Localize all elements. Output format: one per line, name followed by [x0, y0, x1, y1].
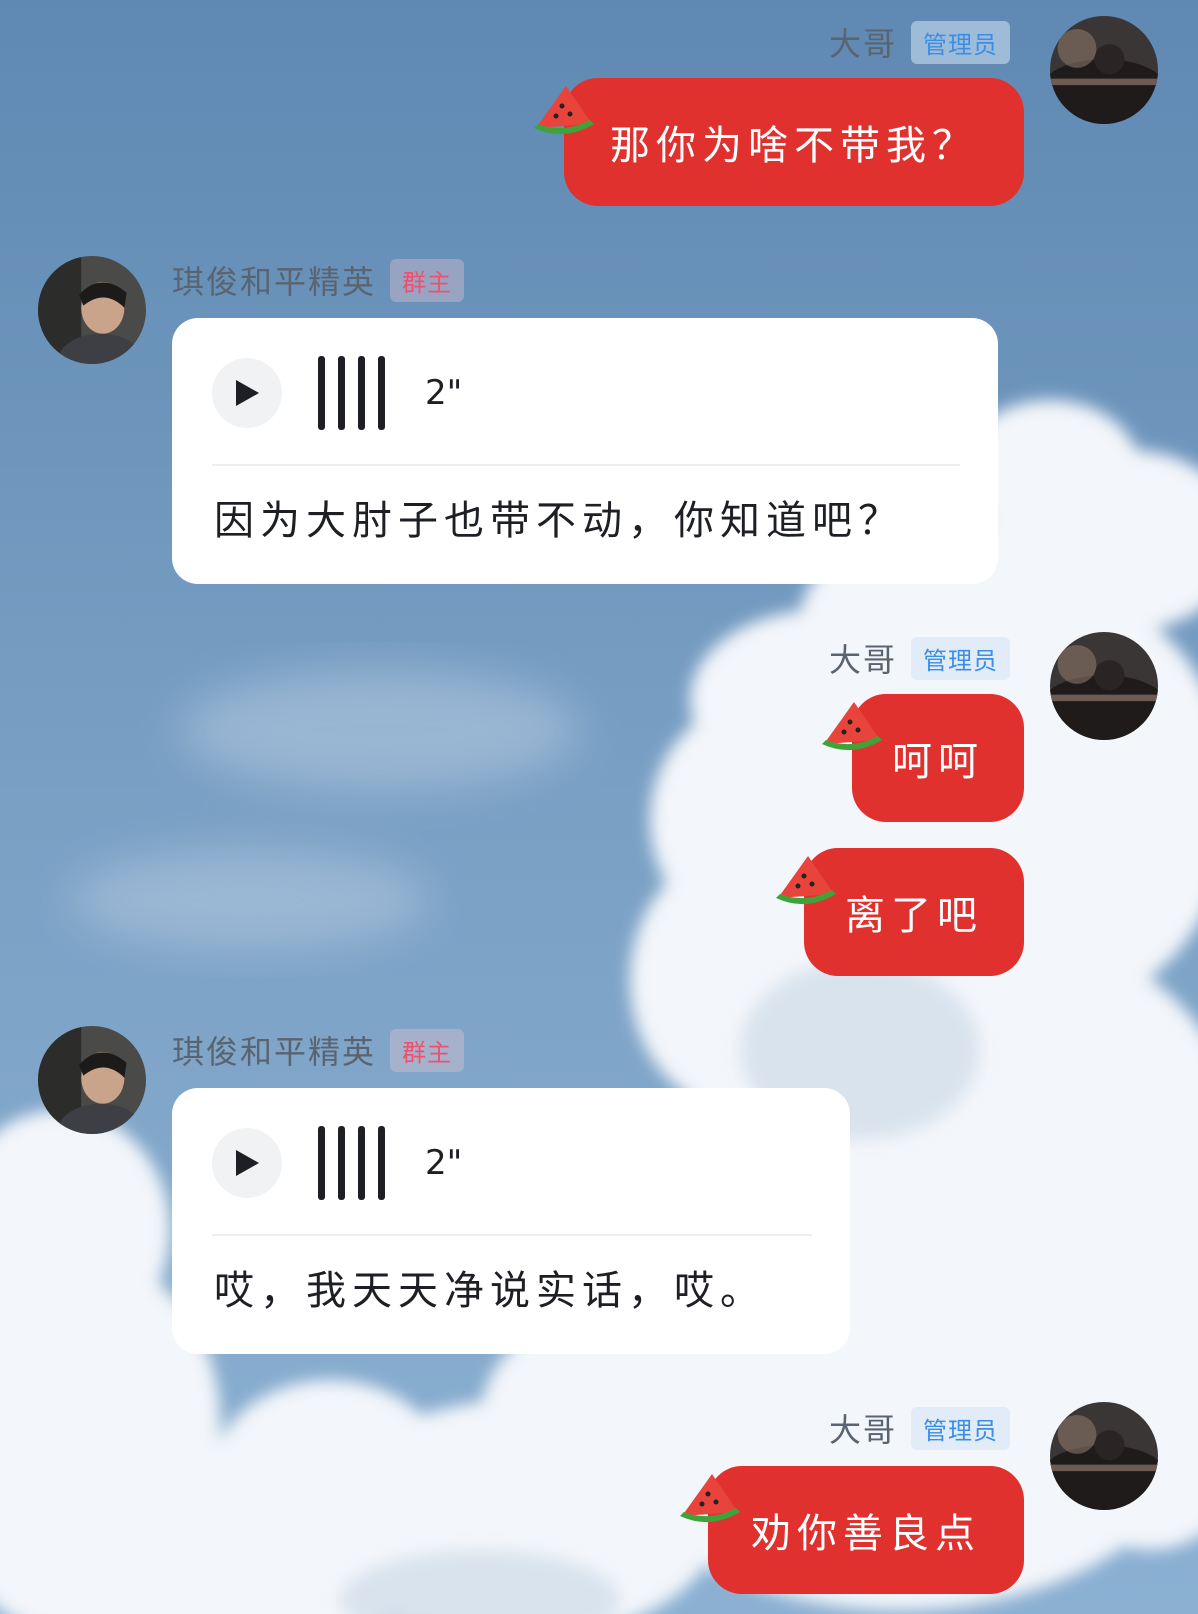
- message-text: 那你为啥不带我？: [610, 123, 978, 169]
- avatar[interactable]: [38, 1026, 146, 1134]
- voice-wave-icon: [318, 1126, 385, 1200]
- sender-line: 大哥 管理员: [829, 636, 1010, 680]
- watermelon-icon: [678, 1468, 742, 1528]
- voice-transcript: 因为大肘子也带不动，你知道吧？: [214, 498, 904, 544]
- voice-message-card[interactable]: 2" 哎，我天天净说实话，哎。: [172, 1088, 850, 1354]
- message-text: 离了吧: [845, 893, 983, 939]
- sender-name: 琪俊和平精英: [172, 263, 377, 301]
- divider: [212, 1234, 812, 1236]
- voice-transcript: 哎，我天天净说实话，哎。: [214, 1268, 766, 1314]
- voice-player: 2": [212, 1126, 462, 1200]
- owner-badge: 群主: [390, 1028, 465, 1072]
- avatar[interactable]: [38, 256, 146, 364]
- message-bubble[interactable]: 那你为啥不带我？: [564, 78, 1024, 206]
- admin-badge: 管理员: [911, 20, 1010, 64]
- avatar[interactable]: [1050, 632, 1158, 740]
- avatar[interactable]: [1050, 1402, 1158, 1510]
- voice-wave-icon: [318, 356, 385, 430]
- admin-badge: 管理员: [911, 636, 1010, 680]
- watermelon-icon: [774, 850, 838, 910]
- divider: [212, 464, 960, 466]
- voice-duration: 2": [425, 373, 463, 413]
- voice-duration: 2": [425, 1143, 463, 1183]
- avatar[interactable]: [1050, 16, 1158, 124]
- sender-line: 大哥 管理员: [829, 1406, 1010, 1450]
- sender-name: 大哥: [828, 641, 897, 679]
- play-icon[interactable]: [212, 1128, 282, 1198]
- voice-message-card[interactable]: 2" 因为大肘子也带不动，你知道吧？: [172, 318, 998, 584]
- sender-line: 琪俊和平精英 群主: [172, 1028, 465, 1072]
- sender-name: 大哥: [828, 1411, 897, 1449]
- play-icon[interactable]: [212, 358, 282, 428]
- sender-line: 琪俊和平精英 群主: [172, 258, 465, 302]
- message-text: 呵呵: [892, 739, 984, 785]
- watermelon-icon: [532, 80, 596, 140]
- sender-name: 大哥: [828, 25, 897, 63]
- chat-background: [0, 0, 1198, 1614]
- owner-badge: 群主: [390, 258, 465, 302]
- watermelon-icon: [820, 696, 884, 756]
- sender-name: 琪俊和平精英: [172, 1033, 377, 1071]
- sender-line: 大哥 管理员: [829, 20, 1010, 64]
- admin-badge: 管理员: [911, 1406, 1010, 1450]
- message-bubble[interactable]: 劝你善良点: [708, 1466, 1024, 1594]
- voice-player: 2": [212, 356, 462, 430]
- message-text: 劝你善良点: [751, 1511, 981, 1557]
